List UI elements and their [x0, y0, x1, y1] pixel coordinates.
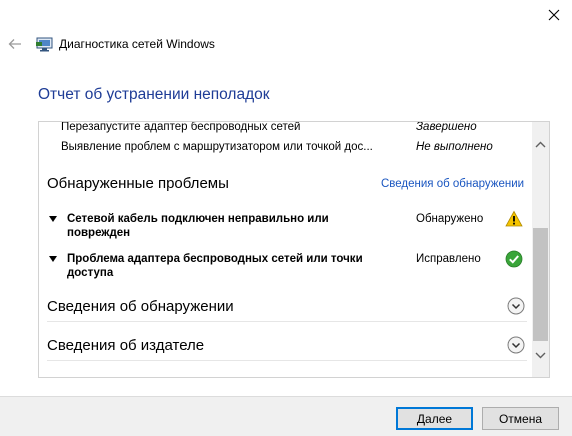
- chevron-up-icon: [535, 141, 546, 148]
- cancel-button[interactable]: Отмена: [482, 407, 559, 430]
- collapse-triangle-icon[interactable]: [49, 216, 57, 222]
- step-status: Завершено: [416, 121, 477, 133]
- step-name: Выявление проблем с маршрутизатором или …: [61, 141, 373, 153]
- problem-name: Проблема адаптера беспроводных сетей или…: [67, 253, 363, 279]
- expander-label: Сведения об издателе: [47, 337, 205, 354]
- step-name: Перезапустите адаптер беспроводных сетей: [61, 121, 301, 133]
- collapse-triangle-icon[interactable]: [49, 256, 57, 262]
- problem-status: Обнаружено: [416, 213, 484, 225]
- dialog-footer: Далее Отмена: [0, 396, 572, 436]
- chevron-down-icon[interactable]: [507, 336, 525, 354]
- step-status: Не выполнено: [416, 141, 493, 153]
- next-button[interactable]: Далее: [396, 407, 473, 430]
- chevron-down-icon: [535, 352, 546, 359]
- scroll-up-button[interactable]: [532, 136, 549, 153]
- window-title: Диагностика сетей Windows: [59, 37, 215, 51]
- scroll-down-button[interactable]: [532, 347, 549, 364]
- detection-details-link[interactable]: Сведения об обнаружении: [381, 178, 524, 190]
- divider: [47, 360, 527, 361]
- chevron-down-icon[interactable]: [507, 297, 525, 315]
- detection-details-expander[interactable]: Сведения об обнаружении: [47, 294, 526, 322]
- back-arrow-icon: [8, 39, 21, 49]
- vertical-scrollbar[interactable]: [532, 122, 549, 377]
- scrollbar-thumb[interactable]: [533, 228, 548, 341]
- report-panel: Перезапустите адаптер беспроводных сетей…: [38, 121, 550, 378]
- problem-status: Исправлено: [416, 253, 481, 265]
- warning-icon: [505, 210, 523, 227]
- close-button[interactable]: [540, 2, 568, 28]
- expander-label: Сведения об обнаружении: [47, 298, 234, 315]
- problem-name: Сетевой кабель подключен неправильно или…: [67, 213, 329, 239]
- publisher-details-expander[interactable]: Сведения об издателе: [47, 333, 526, 361]
- back-button[interactable]: [4, 33, 26, 55]
- close-icon: [548, 9, 560, 21]
- check-icon: [505, 250, 523, 268]
- problems-section-title: Обнаруженные проблемы: [47, 175, 229, 192]
- network-diagnostics-icon: [36, 37, 53, 52]
- divider: [47, 321, 527, 322]
- report-title: Отчет об устранении неполадок: [38, 86, 270, 103]
